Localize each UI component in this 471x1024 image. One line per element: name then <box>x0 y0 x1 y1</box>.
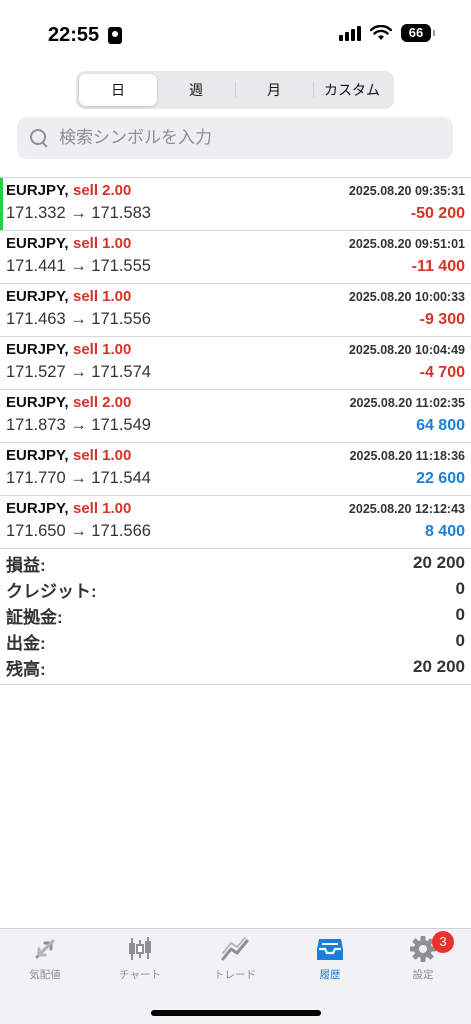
tab-label: 気配値 <box>29 969 61 981</box>
trade-side: sell 1.00 <box>72 341 132 358</box>
tab-label: 履歴 <box>319 969 341 981</box>
tab-chart[interactable]: チャート <box>95 935 185 993</box>
id-card-icon <box>108 27 122 44</box>
trade-prices: 171.463 → 171.556 <box>6 310 151 328</box>
quotes-icon <box>35 939 55 959</box>
trade-side: sell 1.00 <box>72 500 132 517</box>
search-bar[interactable] <box>17 117 453 159</box>
trade-time: 2025.08.20 10:04:49 <box>348 343 465 357</box>
trade-row[interactable]: EURJPY, sell 1.00 2025.08.20 10:04:49 17… <box>0 337 471 390</box>
trade-time: 2025.08.20 10:00:33 <box>348 290 465 304</box>
trade-row[interactable]: EURJPY, sell 2.00 2025.08.20 09:35:31 17… <box>0 178 471 231</box>
cellular-signal-icon <box>339 25 361 41</box>
trade-side: sell 1.00 <box>72 447 132 464</box>
trade-icon <box>221 937 249 961</box>
trade-symbol: EURJPY, <box>6 447 69 464</box>
summary-value: 20 200 <box>413 657 465 676</box>
trade-profit: -11 400 <box>411 258 465 275</box>
trade-side: sell 1.00 <box>72 288 132 305</box>
chart-candles-icon <box>129 937 151 960</box>
trade-time: 2025.08.20 09:51:01 <box>348 237 465 251</box>
tab-quotes[interactable]: 気配値 <box>0 935 90 993</box>
trade-profit: -50 200 <box>410 205 465 222</box>
trade-profit: -9 300 <box>419 311 465 328</box>
trade-row[interactable]: EURJPY, sell 1.00 2025.08.20 09:51:01 17… <box>0 231 471 284</box>
tab-label: 設定 <box>412 969 434 981</box>
search-icon <box>29 128 49 148</box>
summary-label: 証拠金: <box>6 607 63 627</box>
summary-label: 損益: <box>6 555 46 575</box>
segment-month[interactable]: 月 <box>235 74 313 106</box>
tab-label: チャート <box>119 969 161 981</box>
wifi-icon <box>370 25 392 40</box>
tab-history[interactable]: 履歴 <box>285 935 375 993</box>
trade-profit: 22 600 <box>416 470 465 487</box>
trade-prices: 171.332 → 171.583 <box>6 204 151 222</box>
trade-prices: 171.441 → 171.555 <box>6 257 151 275</box>
status-time: 22:55 <box>48 24 100 46</box>
trade-profit: 64 800 <box>416 417 465 434</box>
segment-day[interactable]: 日 <box>79 74 157 106</box>
tab-label: トレード <box>214 969 256 981</box>
summary-row-withdrawal: 出金: 0 <box>6 628 465 654</box>
segment-custom[interactable]: カスタム <box>313 74 391 106</box>
tab-trade[interactable]: トレード <box>190 935 280 993</box>
summary-label: 残高: <box>6 659 46 679</box>
status-indicators: 66 <box>339 24 435 42</box>
trade-prices: 171.527 → 171.574 <box>6 363 151 381</box>
history-inbox-icon <box>317 939 343 960</box>
trade-side: sell 1.00 <box>72 235 132 252</box>
trade-time: 2025.08.20 11:18:36 <box>349 449 465 463</box>
trade-side: sell 2.00 <box>72 182 132 199</box>
trade-symbol: EURJPY, <box>6 288 69 305</box>
segment-week[interactable]: 週 <box>157 74 235 106</box>
trade-time: 2025.08.20 11:02:35 <box>349 396 465 410</box>
summary-row-balance: 残高: 20 200 <box>6 654 465 680</box>
trade-row[interactable]: EURJPY, sell 1.00 2025.08.20 11:18:36 17… <box>0 443 471 496</box>
trade-history-list: EURJPY, sell 2.00 2025.08.20 09:35:31 17… <box>0 177 471 549</box>
trade-row[interactable]: EURJPY, sell 1.00 2025.08.20 10:00:33 17… <box>0 284 471 337</box>
tab-settings[interactable]: 設定 <box>378 935 468 993</box>
trade-side: sell 2.00 <box>72 394 132 411</box>
trade-time: 2025.08.20 12:12:43 <box>348 502 465 516</box>
search-input[interactable] <box>59 128 439 148</box>
battery-icon: 66 <box>401 24 435 42</box>
trade-symbol: EURJPY, <box>6 394 69 411</box>
settings-notification-badge: 3 <box>432 931 454 953</box>
summary-row-deposit: 証拠金: 0 <box>6 602 465 628</box>
status-bar: 22:55 66 <box>0 0 471 64</box>
trade-row[interactable]: EURJPY, sell 1.00 2025.08.20 12:12:43 17… <box>0 496 471 549</box>
summary-value: 0 <box>455 631 465 650</box>
trade-time: 2025.08.20 09:35:31 <box>348 184 465 198</box>
home-indicator <box>151 1010 321 1016</box>
trade-symbol: EURJPY, <box>6 341 69 358</box>
summary-row-credit: クレジット: 0 <box>6 576 465 602</box>
trade-profit: -4 700 <box>419 364 465 381</box>
trade-prices: 171.770 → 171.544 <box>6 469 151 487</box>
period-segmented-control: 日 週 月 カスタム <box>76 71 394 109</box>
trade-prices: 171.873 → 171.549 <box>6 416 151 434</box>
trade-symbol: EURJPY, <box>6 500 69 517</box>
summary-value: 0 <box>455 605 465 624</box>
summary-label: 出金: <box>6 633 46 653</box>
summary-label: クレジット: <box>6 581 97 601</box>
trade-prices: 171.650 → 171.566 <box>6 522 151 540</box>
summary-value: 0 <box>455 579 465 598</box>
trade-profit: 8 400 <box>424 523 465 540</box>
account-summary: 損益: 20 200 クレジット: 0 証拠金: 0 出金: 0 残高: 20 … <box>0 550 471 685</box>
trade-symbol: EURJPY, <box>6 182 69 199</box>
trade-row[interactable]: EURJPY, sell 2.00 2025.08.20 11:02:35 17… <box>0 390 471 443</box>
summary-row-profit: 損益: 20 200 <box>6 550 465 576</box>
trade-symbol: EURJPY, <box>6 235 69 252</box>
summary-value: 20 200 <box>413 553 465 572</box>
